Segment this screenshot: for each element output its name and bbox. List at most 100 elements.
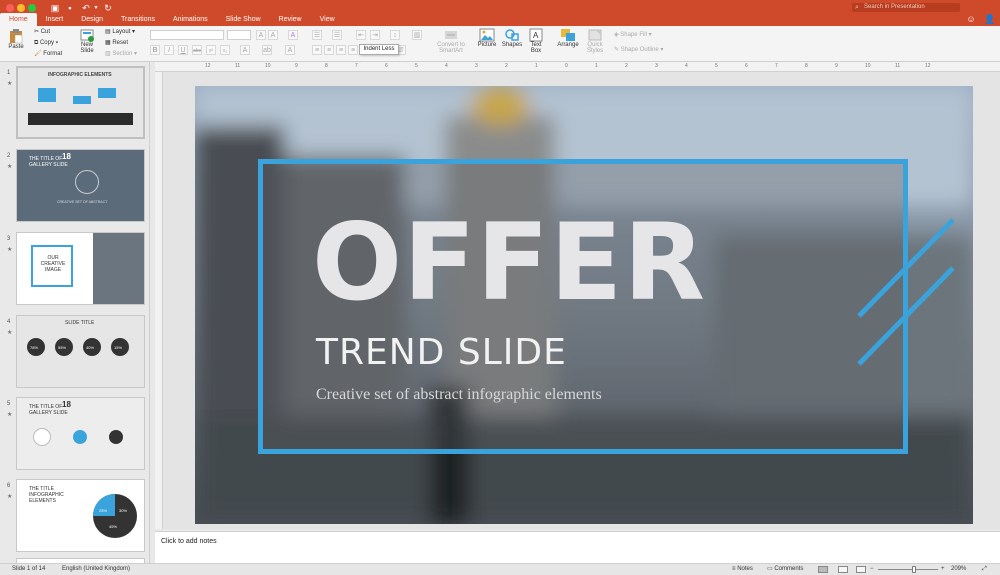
thumbnail-title: OUR CREATIVE IMAGE [40,255,66,273]
text-box-button[interactable]: A Text Box [526,28,546,54]
thumbnail-slide-5[interactable]: THE TITLE OF GALLERY SLIDE 18 [16,397,145,470]
underline-icon[interactable]: U [178,45,188,55]
increase-indent-icon[interactable]: ⇥ [370,30,380,40]
ruler-tick-label: 6 [385,63,388,69]
language-indicator[interactable]: English (United Kingdom) [62,564,130,575]
thumbnail-slide-6[interactable]: THE TITLE INFOGRAPHIC ELEMENTS 25% 30% 4… [16,479,145,552]
cut-button[interactable]: ✂ Cut [34,28,50,37]
slide-editor[interactable]: OFFER TREND SLIDE Creative set of abstra… [195,86,973,524]
align-right-icon[interactable]: ≡ [336,45,346,55]
italic-icon[interactable]: I [164,45,174,55]
tab-home[interactable]: Home [0,13,37,26]
notes-label: Notes [737,566,753,572]
bullets-icon[interactable]: ☰ [312,30,322,40]
strikethrough-icon[interactable]: abc [192,45,202,55]
comments-toggle[interactable]: ▭ Comments [767,564,803,575]
format-label: Format [43,51,63,57]
new-slide-button[interactable]: New Slide [76,28,98,54]
tab-animations[interactable]: Animations [164,13,217,26]
layout-button[interactable]: ▤ Layout ▾ [105,28,135,37]
subscript-icon[interactable]: x₂ [220,45,230,55]
thumbnail-slide-3[interactable]: OUR CREATIVE IMAGE [16,232,145,305]
minimize-window-button[interactable] [17,4,25,12]
search-input[interactable]: ⌕ Search in Presentation [852,3,960,12]
save-icon[interactable]: ▪ [65,3,75,13]
format-painter-button[interactable]: 🖌 Format [34,50,62,59]
bold-icon[interactable]: B [150,45,160,55]
svg-text:A: A [533,31,539,40]
tab-insert[interactable]: Insert [37,13,73,26]
fit-to-window-icon[interactable]: ⤢ [982,564,987,575]
shape-outline-button[interactable]: ✎ Shape Outline ▾ [614,46,663,55]
redo-icon[interactable]: ↻ [103,3,113,13]
text-box-label: Text Box [530,42,542,54]
text-box-icon: A [529,28,543,42]
comment-icon: ▭ [767,566,773,572]
reset-button[interactable]: ▦ Reset [105,39,128,48]
ruler-tick-label: 10 [265,63,271,69]
thumbnail-slide-4[interactable]: SLIDE TITLE 78% 55% 40% 15% [16,315,145,388]
numbering-icon[interactable]: ☰ [332,30,342,40]
notes-toggle[interactable]: ≡ Notes [732,564,753,575]
undo-icon[interactable]: ↶ [81,3,91,13]
tab-review[interactable]: Review [270,13,311,26]
copy-button[interactable]: ⧉ Copy ▾ [34,39,58,48]
ruler-tick-label: 12 [205,63,211,69]
zoom-slider-handle[interactable] [912,566,916,573]
decrease-indent-icon[interactable]: ⇤ [356,30,366,40]
maximize-window-button[interactable] [28,4,36,12]
columns-icon[interactable]: ▥ [412,30,422,40]
thumbnail-slide-2[interactable]: THE TITLE OF GALLERY SLIDE 18 CREATIVE S… [16,149,145,222]
tab-view[interactable]: View [311,13,344,26]
reading-view-icon[interactable] [856,566,866,573]
arrange-button[interactable]: Arrange [555,28,581,48]
justify-icon[interactable]: ≡ [348,45,358,55]
transition-star-icon: ★ [7,412,13,418]
normal-view-icon[interactable] [818,566,828,573]
shrink-font-icon[interactable]: A [268,30,278,40]
undo-dropdown-icon[interactable]: ▾ [91,3,101,13]
slide-sorter-icon[interactable] [838,566,848,573]
text-effects-icon[interactable]: A [240,45,250,55]
section-button[interactable]: ▥ Section ▾ [105,50,137,59]
quick-styles-button[interactable]: Quick Styles [584,28,606,54]
sidebar-toggle-icon[interactable]: ▣ [50,3,60,13]
notes-pane[interactable]: Click to add notes [155,531,1000,563]
paste-button[interactable]: Paste [6,28,26,50]
font-color-icon[interactable]: A [285,45,295,55]
feedback-icon[interactable]: ☺ [966,14,976,24]
arrange-label: Arrange [557,42,579,48]
picture-button[interactable]: Picture [476,28,498,48]
zoom-slider-track[interactable] [878,569,938,570]
font-size-field[interactable] [227,30,251,40]
align-center-icon[interactable]: ≡ [324,45,334,55]
tagline-text[interactable]: Creative set of abstract infographic ele… [316,386,602,404]
ruler-tick-label: 9 [835,63,838,69]
new-slide-icon [80,29,94,42]
status-bar: Slide 1 of 14 English (United Kingdom) ≡… [0,563,1000,575]
clear-formatting-icon[interactable]: A [288,30,298,40]
ruler-tick-label: 5 [415,63,418,69]
convert-smartart-button[interactable]: Convert to SmartArt [432,28,470,54]
tab-transitions[interactable]: Transitions [112,13,164,26]
close-window-button[interactable] [6,4,14,12]
highlight-icon[interactable]: ab [262,45,272,55]
shape-fill-button[interactable]: ◈ Shape Fill ▾ [614,31,652,40]
headline-text[interactable]: OFFER [312,210,706,316]
zoom-in-icon[interactable]: + [941,564,945,575]
share-icon[interactable]: 👤 [984,14,995,24]
slide-thumbnails-panel: 1 ★ INFOGRAPHIC ELEMENTS 2 ★ THE TITLE O… [0,62,150,563]
align-left-icon[interactable]: ≡ [312,45,322,55]
subheadline-text[interactable]: TREND SLIDE [316,335,567,371]
tab-design[interactable]: Design [72,13,112,26]
font-name-field[interactable] [150,30,224,40]
thumbnail-caption: CREATIVE SET OF ABSTRACT [57,200,108,204]
zoom-out-icon[interactable]: − [870,564,874,575]
line-spacing-icon[interactable]: ↕ [390,30,400,40]
tab-slide-show[interactable]: Slide Show [217,13,270,26]
shapes-button[interactable]: Shapes [501,28,523,48]
grow-font-icon[interactable]: A [256,30,266,40]
zoom-level[interactable]: 209% [951,564,966,575]
thumbnail-slide-1[interactable]: INFOGRAPHIC ELEMENTS [16,66,145,139]
superscript-icon[interactable]: x² [206,45,216,55]
